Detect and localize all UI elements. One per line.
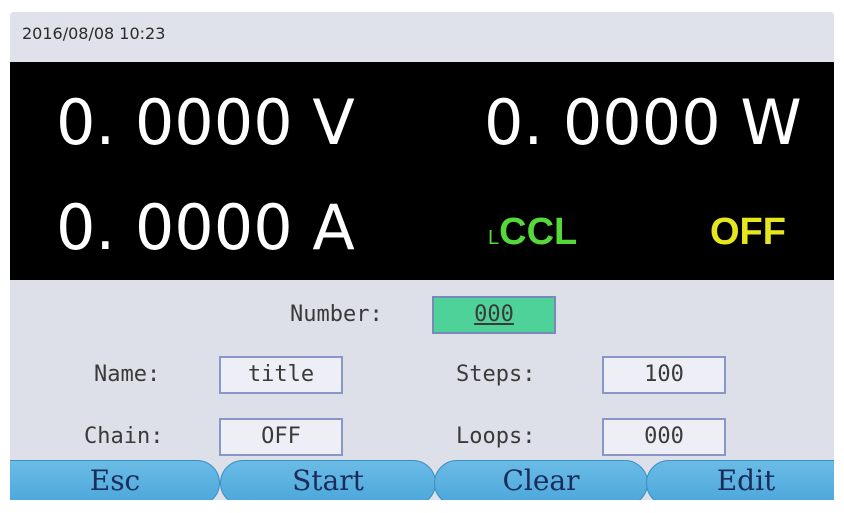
datetime-display: 2016/08/08 10:23 [22,24,166,43]
current-readout: 0. 0000 A [56,191,355,264]
device-screen: 2016/08/08 10:23 0. 0000 V 0. 0000 W 0. … [10,12,834,500]
output-state-indicator: OFF [710,211,786,253]
chain-field[interactable]: OFF [219,418,343,456]
mode-prefix: L [488,227,500,249]
esc-button[interactable]: Esc [10,460,220,500]
mode-label: CCL [499,211,578,253]
measurement-readout: 0. 0000 V 0. 0000 W 0. 0000 A LCCL OFF [10,62,834,280]
power-readout: 0. 0000 W [484,86,802,159]
number-value: 000 [474,302,514,327]
sequence-form: Number: 000 Name: title Steps: 100 Chain… [10,280,834,460]
mode-indicator: LCCL [488,213,577,251]
name-field[interactable]: title [219,356,343,394]
loops-field[interactable]: 000 [602,418,726,456]
steps-label: Steps: [456,362,536,387]
edit-button[interactable]: Edit [646,460,834,500]
number-field[interactable]: 000 [432,296,556,334]
name-label: Name: [94,362,161,387]
steps-field[interactable]: 100 [602,356,726,394]
start-button[interactable]: Start [220,460,436,500]
chain-label: Chain: [84,424,164,449]
status-bar: 2016/08/08 10:23 [10,12,834,62]
number-label: Number: [290,302,383,327]
clear-button[interactable]: Clear [434,460,648,500]
loops-label: Loops: [456,424,536,449]
voltage-readout: 0. 0000 V [56,86,355,159]
softkey-bar: Start Clear Esc Edit [10,460,834,500]
